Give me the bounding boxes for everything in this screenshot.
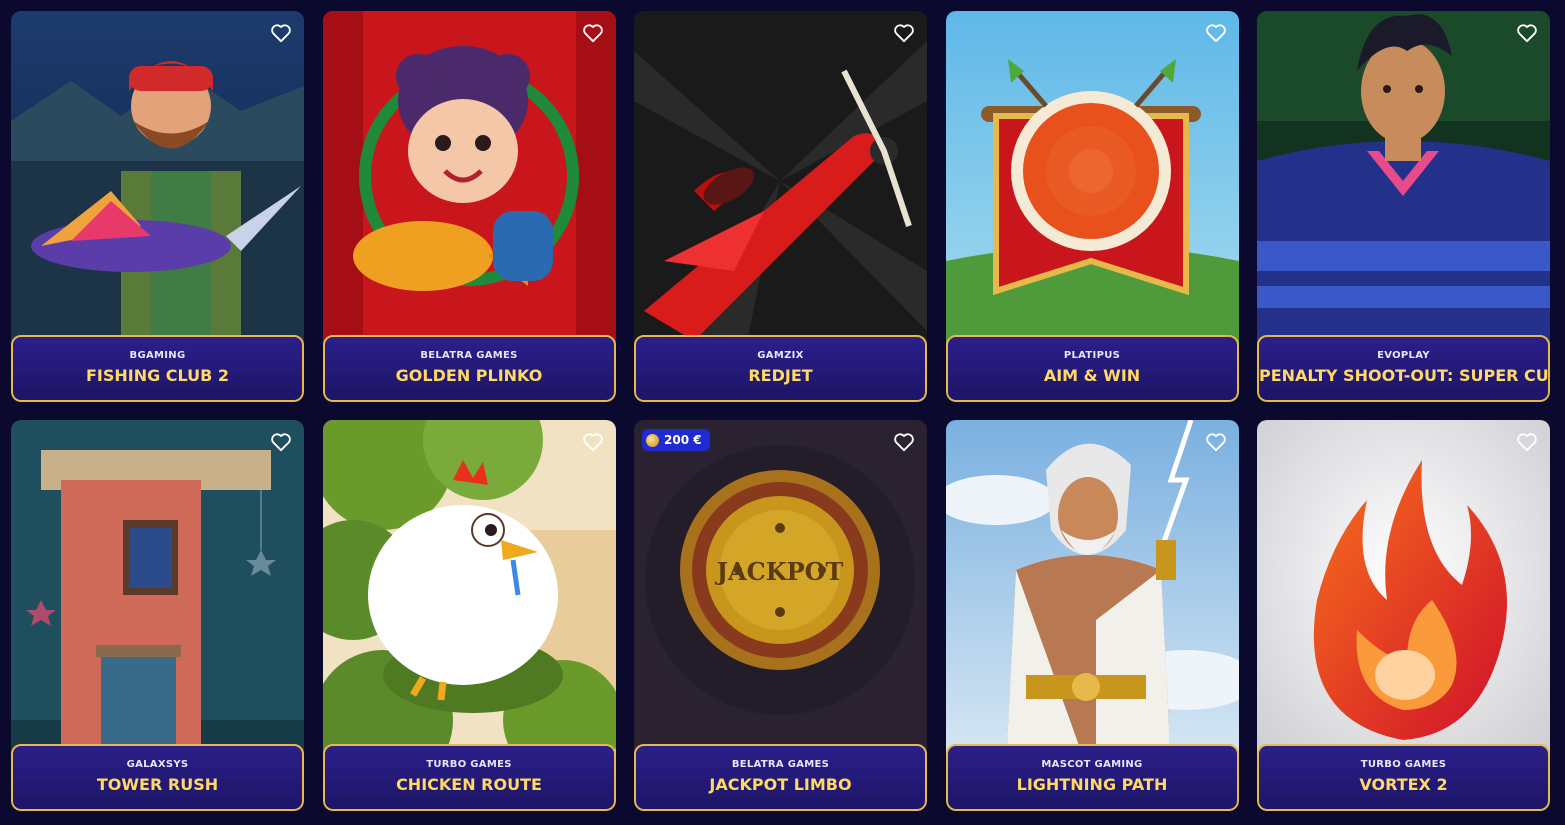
- heart-outline-icon[interactable]: [1205, 432, 1227, 452]
- game-artwork: [1257, 11, 1550, 356]
- game-title: AIM & WIN: [1043, 366, 1141, 385]
- game-info-panel: BELATRA GAMES GOLDEN PLINKO: [322, 335, 616, 402]
- game-title: PENALTY SHOOT-OUT: SUPER CUP: [1259, 366, 1550, 385]
- game-title: VORTEX 2: [1359, 775, 1448, 794]
- game-card-redjet[interactable]: GAMZIX REDJET: [634, 11, 927, 402]
- game-provider: TURBO GAMES: [1360, 759, 1447, 770]
- heart-outline-icon[interactable]: [1205, 23, 1227, 43]
- game-title: REDJET: [748, 366, 813, 385]
- heart-outline-icon[interactable]: [1516, 23, 1538, 43]
- game-card-jackpot-limbo[interactable]: JACKPOT 200 € BELATRA GAMES JACKPOT LIMB…: [634, 420, 927, 811]
- game-provider: TURBO GAMES: [426, 759, 512, 770]
- game-info-panel: PLATIPUS AIM & WIN: [945, 335, 1239, 402]
- heart-outline-icon[interactable]: [270, 432, 292, 452]
- game-provider: GAMZIX: [757, 350, 804, 361]
- game-card-lightning-path[interactable]: MASCOT GAMING LIGHTNING PATH: [945, 420, 1239, 811]
- game-artwork: [634, 11, 927, 356]
- game-artwork: [322, 11, 616, 356]
- game-info-panel: GALAXSYS TOWER RUSH: [11, 744, 304, 811]
- game-info-panel: TURBO GAMES VORTEX 2: [1257, 744, 1550, 811]
- game-title: FISHING CLUB 2: [85, 366, 230, 385]
- game-provider: BGAMING: [129, 350, 186, 361]
- heart-outline-icon[interactable]: [893, 23, 915, 43]
- game-card-tower-rush[interactable]: GALAXSYS TOWER RUSH: [11, 420, 304, 811]
- game-title: LIGHTNING PATH: [1016, 775, 1168, 794]
- heart-outline-icon[interactable]: [1516, 432, 1538, 452]
- game-artwork: [1257, 420, 1550, 765]
- game-card-golden-plinko[interactable]: BELATRA GAMES GOLDEN PLINKO: [322, 11, 616, 402]
- game-artwork: [945, 11, 1239, 356]
- game-provider: PLATIPUS: [1063, 350, 1121, 361]
- heart-outline-icon[interactable]: [582, 432, 604, 452]
- heart-outline-icon[interactable]: [582, 23, 604, 43]
- game-provider: BELATRA GAMES: [420, 350, 518, 361]
- game-artwork: [945, 420, 1239, 765]
- game-info-panel: BGAMING FISHING CLUB 2: [11, 335, 304, 402]
- game-title: JACKPOT LIMBO: [709, 775, 852, 794]
- bonus-badge: 200 €: [642, 429, 710, 451]
- game-info-panel: GAMZIX REDJET: [634, 335, 927, 402]
- game-provider: MASCOT GAMING: [1041, 759, 1143, 770]
- game-card-aim-and-win[interactable]: PLATIPUS AIM & WIN: [945, 11, 1239, 402]
- game-card-fishing-club-2[interactable]: BGAMING FISHING CLUB 2: [11, 11, 304, 402]
- game-card-vortex-2[interactable]: TURBO GAMES VORTEX 2: [1257, 420, 1550, 811]
- game-card-penalty-shoot-out-super-cup[interactable]: EVOPLAY PENALTY SHOOT-OUT: SUPER CUP: [1257, 11, 1550, 402]
- game-info-panel: BELATRA GAMES JACKPOT LIMBO: [634, 744, 927, 811]
- heart-outline-icon[interactable]: [270, 23, 292, 43]
- game-artwork: [11, 420, 304, 765]
- coin-icon: [646, 433, 659, 447]
- bonus-badge-amount: 200 €: [664, 433, 702, 447]
- game-provider: BELATRA GAMES: [731, 759, 830, 770]
- game-artwork: [322, 420, 616, 765]
- game-provider: GALAXSYS: [126, 759, 189, 770]
- game-card-chicken-route[interactable]: TURBO GAMES CHICKEN ROUTE: [322, 420, 616, 811]
- game-artwork: [11, 11, 304, 356]
- games-grid: BGAMING FISHING CLUB 2 BELATRA GAMES GOL…: [11, 11, 1550, 811]
- game-info-panel: EVOPLAY PENALTY SHOOT-OUT: SUPER CUP: [1257, 335, 1550, 402]
- game-artwork: JACKPOT: [634, 420, 927, 765]
- game-title: GOLDEN PLINKO: [395, 366, 543, 385]
- game-info-panel: TURBO GAMES CHICKEN ROUTE: [322, 744, 616, 811]
- game-title: TOWER RUSH: [96, 775, 219, 794]
- game-info-panel: MASCOT GAMING LIGHTNING PATH: [945, 744, 1239, 811]
- game-title: CHICKEN ROUTE: [396, 775, 542, 794]
- heart-outline-icon[interactable]: [893, 432, 915, 452]
- game-provider: EVOPLAY: [1377, 350, 1430, 361]
